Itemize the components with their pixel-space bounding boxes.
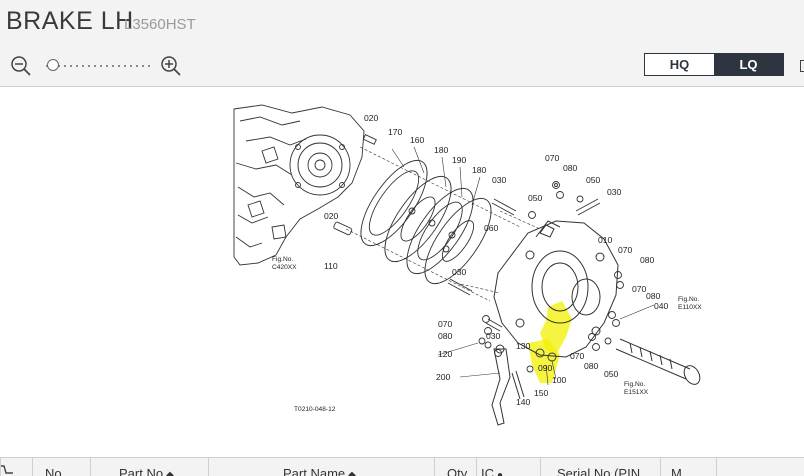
label-180[interactable]: 180 xyxy=(472,165,487,175)
toolbar: HQ LQ xyxy=(0,46,804,87)
expand-icon[interactable] xyxy=(800,60,804,72)
label-020[interactable]: 020 xyxy=(324,211,339,221)
label-070[interactable]: 070 xyxy=(632,284,647,294)
label-170[interactable]: 170 xyxy=(388,127,403,137)
label-070[interactable]: 070 xyxy=(545,153,560,163)
zoom-slider-thumb[interactable] xyxy=(46,59,59,71)
title-bar: BRAKE LH L3560HST xyxy=(0,0,804,47)
quality-lq-button[interactable]: LQ xyxy=(714,54,783,75)
label-060[interactable]: 060 xyxy=(484,223,499,233)
label-050[interactable]: 050 xyxy=(528,193,543,203)
label-180[interactable]: 180 xyxy=(434,145,449,155)
label-030[interactable]: 030 xyxy=(492,175,507,185)
zoom-in-icon[interactable] xyxy=(160,55,182,77)
label-080[interactable]: 080 xyxy=(563,163,578,173)
label-200[interactable]: 200 xyxy=(436,372,451,382)
column-part-name[interactable]: Part Name ◆ xyxy=(208,458,434,476)
fig-ref-label: Fig.No. xyxy=(678,296,699,303)
label-030[interactable]: 030 xyxy=(452,267,467,277)
label-030[interactable]: 030 xyxy=(607,187,622,197)
label-050[interactable]: 050 xyxy=(604,369,619,379)
label-070[interactable]: 070 xyxy=(618,245,633,255)
label-190[interactable]: 190 xyxy=(452,155,467,165)
label-080[interactable]: 080 xyxy=(584,361,599,371)
label-020[interactable]: 020 xyxy=(364,113,379,123)
fig-ref-e151[interactable]: E151XX xyxy=(624,389,649,396)
column-m[interactable]: M xyxy=(660,458,716,476)
divider xyxy=(0,443,804,457)
label-010[interactable]: 010 xyxy=(598,235,613,245)
zoom-out-icon[interactable] xyxy=(10,55,32,77)
label-080[interactable]: 080 xyxy=(646,291,661,301)
column-ic[interactable]: IC ● xyxy=(476,458,540,476)
label-110[interactable]: 110 xyxy=(324,261,338,271)
sort-icon: ◆ xyxy=(166,470,174,476)
transmission-housing-drawing xyxy=(233,104,365,266)
label-080[interactable]: 080 xyxy=(640,255,655,265)
parts-diagram-canvas[interactable]: 020 170 160 180 190 180 030 070 080 050 … xyxy=(0,87,804,443)
column-qty[interactable]: Qty xyxy=(434,458,476,476)
model-code: L3560HST xyxy=(124,16,196,33)
label-140[interactable]: 140 xyxy=(516,397,531,407)
label-090[interactable]: 090 xyxy=(538,363,553,373)
column-extra xyxy=(716,458,804,476)
drawing-code: T0210-048-12 xyxy=(294,406,336,413)
brake-lever-200[interactable] xyxy=(491,344,525,426)
label-120[interactable]: 120 xyxy=(438,349,453,359)
column-no[interactable]: No xyxy=(32,458,90,476)
sort-icon: ◆ xyxy=(348,470,356,476)
cart-icon[interactable] xyxy=(0,458,32,476)
fig-ref-c420[interactable]: C420XX xyxy=(272,264,297,271)
column-part-no[interactable]: Part No ◆ xyxy=(90,458,208,476)
label-100[interactable]: 100 xyxy=(552,375,567,385)
label-040[interactable]: 040 xyxy=(654,301,669,311)
info-icon: ● xyxy=(497,470,504,476)
zoom-slider[interactable] xyxy=(42,58,152,74)
page-title: BRAKE LH xyxy=(6,7,134,35)
axle-shaft-drawing xyxy=(615,338,701,385)
fig-ref-label: Fig.No. xyxy=(624,381,645,388)
quality-hq-button[interactable]: HQ xyxy=(645,54,714,75)
label-160[interactable]: 160 xyxy=(410,135,425,145)
label-050[interactable]: 050 xyxy=(586,175,601,185)
fig-ref-label: Fig.No. xyxy=(272,256,293,263)
column-serial-no[interactable]: Serial No (PIN xyxy=(540,458,660,476)
label-080[interactable]: 080 xyxy=(438,331,453,341)
parts-table-header: No Part No ◆ Part Name ◆ Qty IC ● Serial No… xyxy=(0,457,804,476)
leader-lines xyxy=(345,146,541,302)
zoom-slider-track xyxy=(46,65,150,67)
label-130[interactable]: 130 xyxy=(516,341,531,351)
label-030[interactable]: 030 xyxy=(486,331,501,341)
label-070[interactable]: 070 xyxy=(570,351,585,361)
label-150[interactable]: 150 xyxy=(534,388,549,398)
quality-toggle: HQ LQ xyxy=(644,53,784,76)
label-070[interactable]: 070 xyxy=(438,319,453,329)
fig-ref-e110[interactable]: E110XX xyxy=(678,304,702,311)
parts-diagram: 020 170 160 180 190 180 030 070 080 050 … xyxy=(233,104,702,426)
